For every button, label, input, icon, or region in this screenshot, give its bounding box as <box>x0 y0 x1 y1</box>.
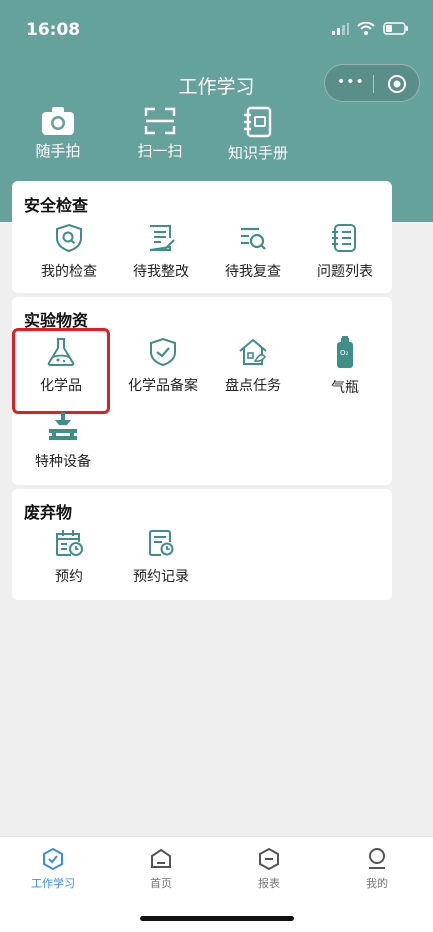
record-clock-icon <box>149 530 174 556</box>
menu-item-label: 盘点任务 <box>225 378 281 394</box>
menu-item-label: 预约 <box>55 569 83 585</box>
menu-item-label: 待我整改 <box>133 264 189 280</box>
close-target-icon[interactable] <box>387 74 407 94</box>
menu-item-inventory-task[interactable]: 盘点任务 <box>207 337 299 395</box>
hexagon-minus-icon <box>259 847 279 871</box>
hexagon-check-icon <box>43 847 63 871</box>
system-indicators <box>331 22 409 35</box>
tab-label: 我的 <box>366 877 388 890</box>
user-icon <box>369 848 385 869</box>
menu-item-label: 待我复查 <box>225 264 281 280</box>
menu-item-pending-review[interactable]: 待我复查 <box>207 223 299 281</box>
home-indicator <box>140 916 294 921</box>
list-search-icon <box>241 227 266 250</box>
clipboard-list-icon <box>332 224 356 252</box>
tab-work-study[interactable]: 工作学习 <box>13 847 93 891</box>
quick-action-label: 知识手册 <box>227 144 288 162</box>
edit-list-icon <box>149 225 175 251</box>
quick-action-label: 扫一扫 <box>137 142 183 160</box>
shield-search-icon <box>56 223 82 253</box>
quick-action-handbook[interactable]: 知识手册 <box>208 106 308 163</box>
camera-icon <box>42 107 74 135</box>
menu-item-label: 化学品备案 <box>128 378 198 394</box>
tab-label: 首页 <box>150 877 172 890</box>
tab-mine[interactable]: 我的 <box>337 847 417 891</box>
menu-item-special-equipment[interactable]: 特种设备 <box>17 411 109 471</box>
section-title: 安全检查 <box>24 196 89 215</box>
svg-text:O₂: O₂ <box>340 349 349 357</box>
machine-icon <box>49 412 77 440</box>
quick-action-photo[interactable]: 随手拍 <box>8 106 108 161</box>
menu-item-my-inspection[interactable]: 我的检查 <box>23 223 115 281</box>
section-title: 废弃物 <box>24 503 73 522</box>
menu-item-label: 问题列表 <box>317 264 373 280</box>
tab-label: 报表 <box>258 877 280 890</box>
status-time: 16:08 <box>26 20 81 40</box>
gas-cylinder-icon: O₂ <box>337 336 353 368</box>
menu-item-chemical-filing[interactable]: 化学品备案 <box>117 337 209 395</box>
tab-label: 工作学习 <box>31 877 75 890</box>
menu-item-pending-rectify[interactable]: 待我整改 <box>115 223 207 281</box>
house-leaf-icon <box>239 338 267 365</box>
menu-item-label: 特种设备 <box>35 454 91 470</box>
quick-action-label: 随手拍 <box>35 142 81 160</box>
menu-item-label: 气瓶 <box>331 380 359 396</box>
menu-item-reservation[interactable]: 预约 <box>23 528 115 586</box>
selection-highlight <box>12 328 110 414</box>
battery-icon <box>383 22 408 35</box>
status-bar: 16:08 <box>0 0 433 60</box>
notebook-icon <box>244 106 272 138</box>
capsule-divider <box>373 75 374 93</box>
menu-item-issue-list[interactable]: 问题列表 <box>299 223 391 281</box>
quick-action-scan[interactable]: 扫一扫 <box>110 106 210 161</box>
shield-check-icon <box>150 337 176 367</box>
menu-item-label: 预约记录 <box>133 569 189 585</box>
menu-item-gas-cylinder[interactable]: O₂ 气瓶 <box>299 335 391 397</box>
signal-icon <box>332 22 349 35</box>
mini-program-capsule: ••• <box>324 64 420 102</box>
more-menu-button[interactable]: ••• <box>337 74 364 94</box>
scan-icon <box>144 107 176 135</box>
tab-report[interactable]: 报表 <box>229 847 309 891</box>
wifi-icon <box>357 22 375 35</box>
menu-item-label: 我的检查 <box>41 264 97 280</box>
home-box-icon <box>151 848 171 868</box>
calendar-clock-icon <box>56 530 83 556</box>
menu-item-reservation-record[interactable]: 预约记录 <box>115 528 207 586</box>
tab-home[interactable]: 首页 <box>121 847 201 891</box>
